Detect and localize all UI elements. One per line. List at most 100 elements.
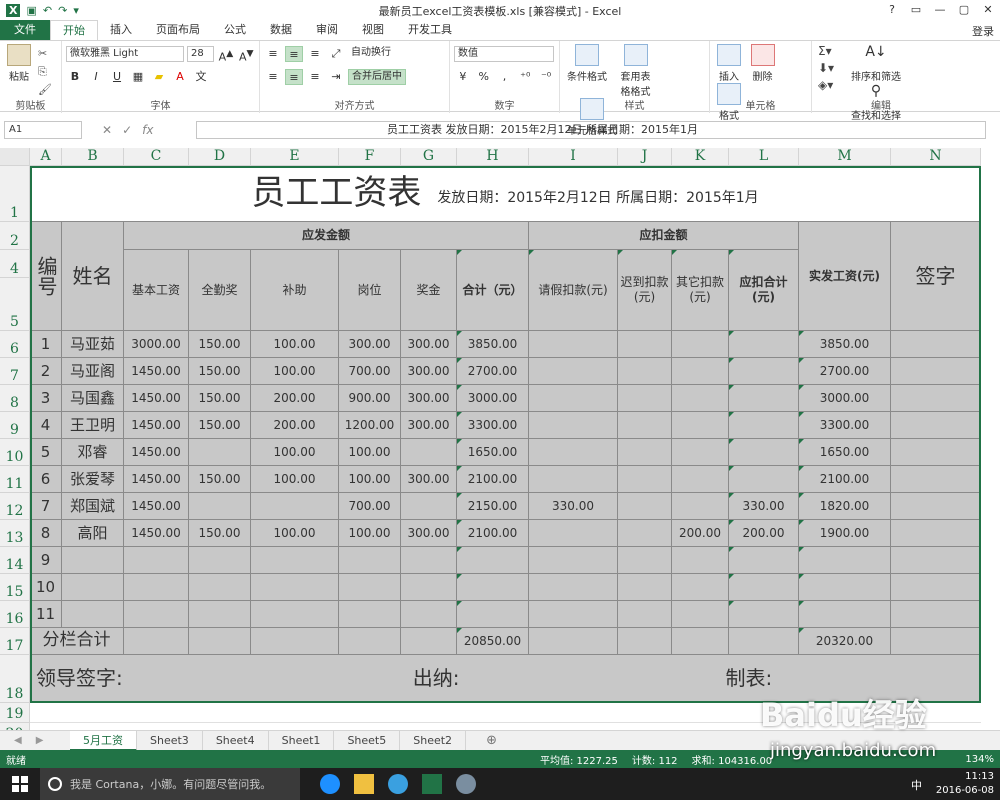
insert-cells-button[interactable]: 插入 xyxy=(717,44,741,83)
align-center-icon[interactable]: ≡ xyxy=(285,69,303,85)
browser-icon[interactable] xyxy=(388,774,408,794)
tab-data[interactable]: 数据 xyxy=(258,20,304,40)
cell-sub[interactable]: 100.00 xyxy=(251,520,339,547)
column-header-n[interactable]: N xyxy=(891,148,981,166)
cell-post[interactable]: 700.00 xyxy=(339,493,401,520)
excel-taskbar-icon[interactable] xyxy=(422,774,442,794)
cell-total[interactable]: 2150.00 xyxy=(457,493,529,520)
cell-bonus[interactable]: 300.00 xyxy=(401,331,457,358)
cell-signature[interactable] xyxy=(891,493,981,520)
row-header-4[interactable]: 4 xyxy=(0,250,30,278)
cell-signature[interactable] xyxy=(891,520,981,547)
cell-signature[interactable] xyxy=(891,331,981,358)
cell-deduct[interactable] xyxy=(729,412,799,439)
cancel-icon[interactable]: ✕ xyxy=(102,123,112,137)
cell-bonus[interactable]: 300.00 xyxy=(401,466,457,493)
shrink-font-icon[interactable]: A▼ xyxy=(238,46,255,64)
cell-net[interactable]: 1900.00 xyxy=(799,520,891,547)
cell-bonus[interactable] xyxy=(401,493,457,520)
subheader-8[interactable]: 迟到扣款(元) xyxy=(618,250,672,331)
subtotal-cell[interactable] xyxy=(891,628,981,655)
conditional-format-button[interactable]: 条件格式 xyxy=(567,44,607,83)
header-signature[interactable]: 签字 xyxy=(891,222,981,331)
cell-leave[interactable] xyxy=(529,358,618,385)
orientation-icon[interactable]: ⤢ xyxy=(327,46,345,62)
subheader-1[interactable]: 基本工资 xyxy=(124,250,189,331)
employee-number[interactable]: 4 xyxy=(30,412,62,439)
cell-signature[interactable] xyxy=(891,385,981,412)
align-top-icon[interactable]: ≡ xyxy=(264,46,282,62)
subtotal-cell[interactable] xyxy=(339,628,401,655)
sheet-tab-3[interactable]: Sheet3 xyxy=(137,730,203,751)
row-header-9[interactable]: 9 xyxy=(0,412,30,439)
minimize-button[interactable]: — xyxy=(928,0,952,20)
cell-net[interactable]: 2100.00 xyxy=(799,466,891,493)
align-middle-icon[interactable]: ≡ xyxy=(285,46,303,62)
employee-name[interactable] xyxy=(62,601,124,628)
row-header-17[interactable]: 17 xyxy=(0,628,30,655)
subtotal-cell[interactable] xyxy=(251,628,339,655)
employee-number[interactable]: 9 xyxy=(30,547,62,574)
sheet-tab-may[interactable]: 5月工资 xyxy=(70,730,137,751)
cell-net[interactable] xyxy=(799,601,891,628)
cell-late[interactable] xyxy=(618,601,672,628)
cell-deduct[interactable]: 200.00 xyxy=(729,520,799,547)
cell-attend[interactable] xyxy=(189,547,251,574)
cell-other[interactable] xyxy=(672,358,729,385)
formula-input[interactable]: 员工工资表 发放日期：2015年2月12日 所属日期：2015年1月 xyxy=(196,121,986,139)
cell-attend[interactable] xyxy=(189,574,251,601)
cell-post[interactable]: 900.00 xyxy=(339,385,401,412)
number-format-select[interactable]: 数值 xyxy=(454,46,554,62)
align-bottom-icon[interactable]: ≡ xyxy=(306,46,324,62)
cell-net[interactable]: 3300.00 xyxy=(799,412,891,439)
align-left-icon[interactable]: ≡ xyxy=(264,69,282,85)
header-payable[interactable]: 应发金额 xyxy=(124,222,529,250)
sheet-tab-4[interactable]: Sheet4 xyxy=(203,730,269,751)
cell-late[interactable] xyxy=(618,412,672,439)
clear-icon[interactable]: ◈▾ xyxy=(818,77,834,94)
subtotal-total[interactable]: 20850.00 xyxy=(457,628,529,655)
cell-base[interactable]: 1450.00 xyxy=(124,385,189,412)
column-header-f[interactable]: F xyxy=(339,148,401,166)
cell-attend[interactable] xyxy=(189,493,251,520)
tab-file[interactable]: 文件 xyxy=(0,20,50,40)
subheader-5[interactable]: 奖金 xyxy=(401,250,457,331)
header-number[interactable]: 编号 xyxy=(30,222,62,331)
cell-sub[interactable]: 100.00 xyxy=(251,466,339,493)
cell-post[interactable]: 1200.00 xyxy=(339,412,401,439)
subheader-6[interactable]: 合计（元） xyxy=(457,250,529,331)
cell-bonus[interactable]: 300.00 xyxy=(401,358,457,385)
cell-leave[interactable] xyxy=(529,574,618,601)
cell-late[interactable] xyxy=(618,358,672,385)
subtotal-cell[interactable] xyxy=(529,628,618,655)
cell-deduct[interactable] xyxy=(729,358,799,385)
cell-leave[interactable]: 330.00 xyxy=(529,493,618,520)
cell-attend[interactable] xyxy=(189,601,251,628)
cell-sub[interactable]: 100.00 xyxy=(251,358,339,385)
column-header-c[interactable]: C xyxy=(124,148,189,166)
cell-attend[interactable]: 150.00 xyxy=(189,331,251,358)
row-header-6[interactable]: 6 xyxy=(0,331,30,358)
cell-base[interactable]: 1450.00 xyxy=(124,412,189,439)
cell-leave[interactable] xyxy=(529,385,618,412)
employee-name[interactable]: 马国鑫 xyxy=(62,385,124,412)
cell-other[interactable] xyxy=(672,385,729,412)
column-header-l[interactable]: L xyxy=(729,148,799,166)
row-header-19[interactable]: 19 xyxy=(0,703,30,723)
tab-page-layout[interactable]: 页面布局 xyxy=(144,20,212,40)
cell-post[interactable]: 700.00 xyxy=(339,358,401,385)
row-header-8[interactable]: 8 xyxy=(0,385,30,412)
cell-total[interactable]: 1650.00 xyxy=(457,439,529,466)
select-all-corner[interactable] xyxy=(0,148,30,166)
employee-name[interactable] xyxy=(62,547,124,574)
column-header-i[interactable]: I xyxy=(529,148,618,166)
subheader-2[interactable]: 全勤奖 xyxy=(189,250,251,331)
row-header-10[interactable]: 10 xyxy=(0,439,30,466)
employee-name[interactable]: 高阳 xyxy=(62,520,124,547)
cell-total[interactable]: 3850.00 xyxy=(457,331,529,358)
column-header-a[interactable]: A xyxy=(30,148,62,166)
column-header-d[interactable]: D xyxy=(189,148,251,166)
cell-signature[interactable] xyxy=(891,547,981,574)
cell-deduct[interactable] xyxy=(729,601,799,628)
cell-base[interactable]: 1450.00 xyxy=(124,520,189,547)
